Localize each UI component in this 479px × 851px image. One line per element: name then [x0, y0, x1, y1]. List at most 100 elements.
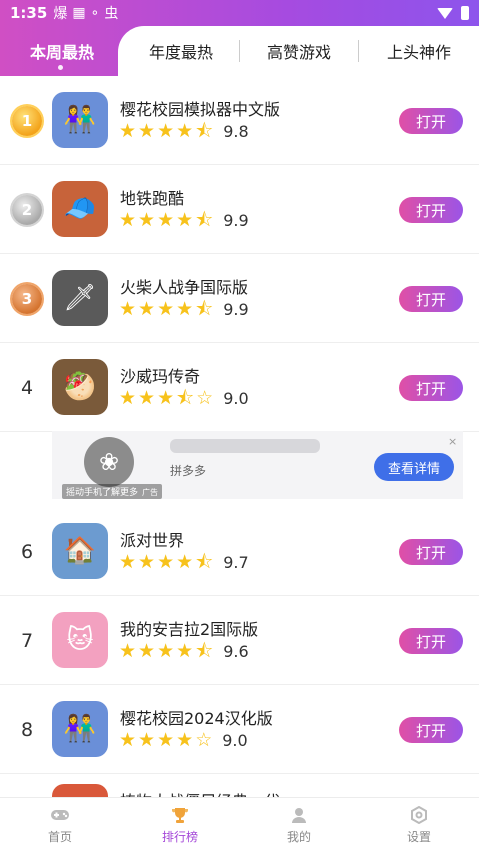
ad-logo-icon: ❀ — [84, 437, 134, 487]
tab-addictive-label: 上头神作 — [386, 43, 451, 62]
nav-profile-label: 我的 — [286, 829, 311, 844]
app-icon-glyph: 🗡 — [63, 283, 97, 313]
app-name: 我的安吉拉2国际版 — [120, 620, 259, 639]
star-full-icon: ★ — [138, 209, 156, 231]
tab-yearly-hot-label: 年度最热 — [148, 43, 213, 62]
list-item-partial[interactable]: 植物大战僵尸经典一代 — [0, 768, 479, 798]
ad-source: 拼多多 — [170, 464, 207, 478]
nav-ranking-label: 排行榜 — [161, 829, 198, 844]
rating-stars: ★ ★ ★ ★ ⯪ 9.7 — [119, 551, 249, 573]
ad-banner[interactable]: ❀ 拼多多 查看详情 × 摇动手机了解更多 广告 — [52, 431, 463, 499]
star-full-icon: ★ — [157, 551, 175, 573]
rating-score: 9.9 — [223, 211, 249, 230]
gamepad-icon — [50, 806, 70, 824]
app-icon — [52, 784, 108, 798]
rating-score: 9.0 — [223, 389, 249, 408]
ad-tag: 广告 — [142, 488, 159, 497]
star-full-icon: ★ — [138, 120, 156, 142]
star-full-icon: ★ — [119, 729, 137, 751]
star-half-icon: ⯪ — [195, 120, 214, 142]
ad-title-blurred — [170, 439, 320, 453]
silver-medal-icon: 2 — [12, 194, 42, 225]
rating-stars: ★ ★ ★ ★ ⯪ 9.6 — [119, 640, 249, 662]
rank: 4 — [8, 343, 46, 432]
rating-score: 9.8 — [223, 122, 249, 141]
ad-details-button[interactable]: 查看详情 — [374, 453, 454, 481]
list-item[interactable]: 7 🐱 我的安吉拉2国际版 ★ ★ ★ ★ ⯪ 9.6 打开 — [0, 596, 479, 685]
open-button[interactable]: 打开 — [399, 717, 463, 743]
star-full-icon: ★ — [119, 387, 137, 409]
tab-top-rated[interactable]: 高赞游戏 — [240, 26, 358, 76]
wifi-icon — [437, 7, 453, 19]
open-button[interactable]: 打开 — [399, 539, 463, 565]
nav-settings[interactable]: 设置 — [359, 798, 479, 851]
open-button[interactable]: 打开 — [399, 286, 463, 312]
status-icon-4: 虫 — [104, 6, 119, 22]
star-full-icon: ★ — [157, 640, 175, 662]
rank-number: 8 — [20, 718, 34, 741]
app-name: 樱花校园模拟器中文版 — [120, 100, 281, 119]
tab-yearly-hot[interactable]: 年度最热 — [126, 26, 236, 76]
ad-close-icon[interactable]: × — [448, 435, 457, 448]
battery-icon — [461, 6, 469, 20]
list-item[interactable]: 4 🥙 沙威玛传奇 ★ ★ ★ ⯪ ☆ 9.0 打开 — [0, 343, 479, 432]
status-icon-1: 爆 — [53, 6, 68, 22]
list-item[interactable]: 2 🧢 地铁跑酷 ★ ★ ★ ★ ⯪ 9.9 打开 — [0, 165, 479, 254]
star-full-icon: ★ — [157, 298, 175, 320]
star-full-icon: ★ — [157, 387, 175, 409]
list-item[interactable]: 6 🏠 派对世界 ★ ★ ★ ★ ⯪ 9.7 打开 — [0, 507, 479, 596]
open-button[interactable]: 打开 — [399, 375, 463, 401]
rank: 3 — [8, 254, 46, 343]
app-icon[interactable]: 👫 — [52, 92, 108, 148]
star-full-icon: ★ — [176, 209, 194, 231]
star-half-icon: ⯪ — [195, 298, 214, 320]
star-empty-icon: ☆ — [195, 729, 213, 751]
star-full-icon: ★ — [119, 551, 137, 573]
tab-addictive[interactable]: 上头神作 — [359, 26, 479, 76]
star-full-icon: ★ — [157, 120, 175, 142]
nav-ranking[interactable]: 排行榜 — [120, 798, 240, 851]
star-full-icon: ★ — [138, 729, 156, 751]
app-name: 地铁跑酷 — [120, 189, 185, 208]
open-button[interactable]: 打开 — [399, 108, 463, 134]
star-full-icon: ★ — [119, 209, 137, 231]
app-icon[interactable]: 🧢 — [52, 181, 108, 237]
rank: 6 — [8, 507, 46, 596]
rank-number: 7 — [20, 629, 34, 652]
open-button[interactable]: 打开 — [399, 628, 463, 654]
app-name: 火柴人战争国际版 — [120, 278, 249, 297]
star-full-icon: ★ — [176, 298, 194, 320]
star-half-icon: ⯪ — [195, 640, 214, 662]
status-icon-2: ▦ — [72, 5, 86, 21]
star-full-icon: ★ — [176, 640, 194, 662]
app-icon-glyph: 🧢 — [63, 194, 97, 224]
bottom-nav: 首页 排行榜 我的 设置 — [0, 797, 479, 851]
status-icon-3: ∘ — [90, 5, 100, 21]
rank-number: 4 — [20, 376, 34, 399]
star-full-icon: ★ — [176, 551, 194, 573]
rating-score: 9.9 — [223, 300, 249, 319]
star-half-icon: ⯪ — [176, 387, 195, 409]
tab-weekly-hot[interactable]: 本周最热 — [0, 26, 124, 76]
list-item[interactable]: 1 👫 樱花校园模拟器中文版 ★ ★ ★ ★ ⯪ 9.8 打开 — [0, 76, 479, 165]
app-icon[interactable]: 🏠 — [52, 523, 108, 579]
app-icon[interactable]: 🐱 — [52, 612, 108, 668]
open-button[interactable]: 打开 — [399, 197, 463, 223]
rating-stars: ★ ★ ★ ★ ⯪ 9.8 — [119, 120, 249, 142]
nav-profile[interactable]: 我的 — [239, 798, 359, 851]
rank: 2 — [8, 165, 46, 254]
list-item[interactable]: 3 🗡 火柴人战争国际版 ★ ★ ★ ★ ⯪ 9.9 打开 — [0, 254, 479, 343]
nav-settings-label: 设置 — [406, 829, 431, 844]
app-name: 派对世界 — [120, 531, 185, 550]
app-icon[interactable]: 🥙 — [52, 359, 108, 415]
star-full-icon: ★ — [138, 640, 156, 662]
rating-stars: ★ ★ ★ ★ ⯪ 9.9 — [119, 209, 249, 231]
star-full-icon: ★ — [119, 298, 137, 320]
star-full-icon: ★ — [138, 298, 156, 320]
app-icon-glyph: 🥙 — [63, 372, 97, 402]
app-icon[interactable]: 🗡 — [52, 270, 108, 326]
rating-stars: ★ ★ ★ ★ ⯪ 9.9 — [119, 298, 249, 320]
nav-home[interactable]: 首页 — [0, 798, 120, 851]
list-item[interactable]: 8 👫 樱花校园2024汉化版 ★ ★ ★ ★ ☆ 9.0 打开 — [0, 685, 479, 774]
app-icon[interactable]: 👫 — [52, 701, 108, 757]
